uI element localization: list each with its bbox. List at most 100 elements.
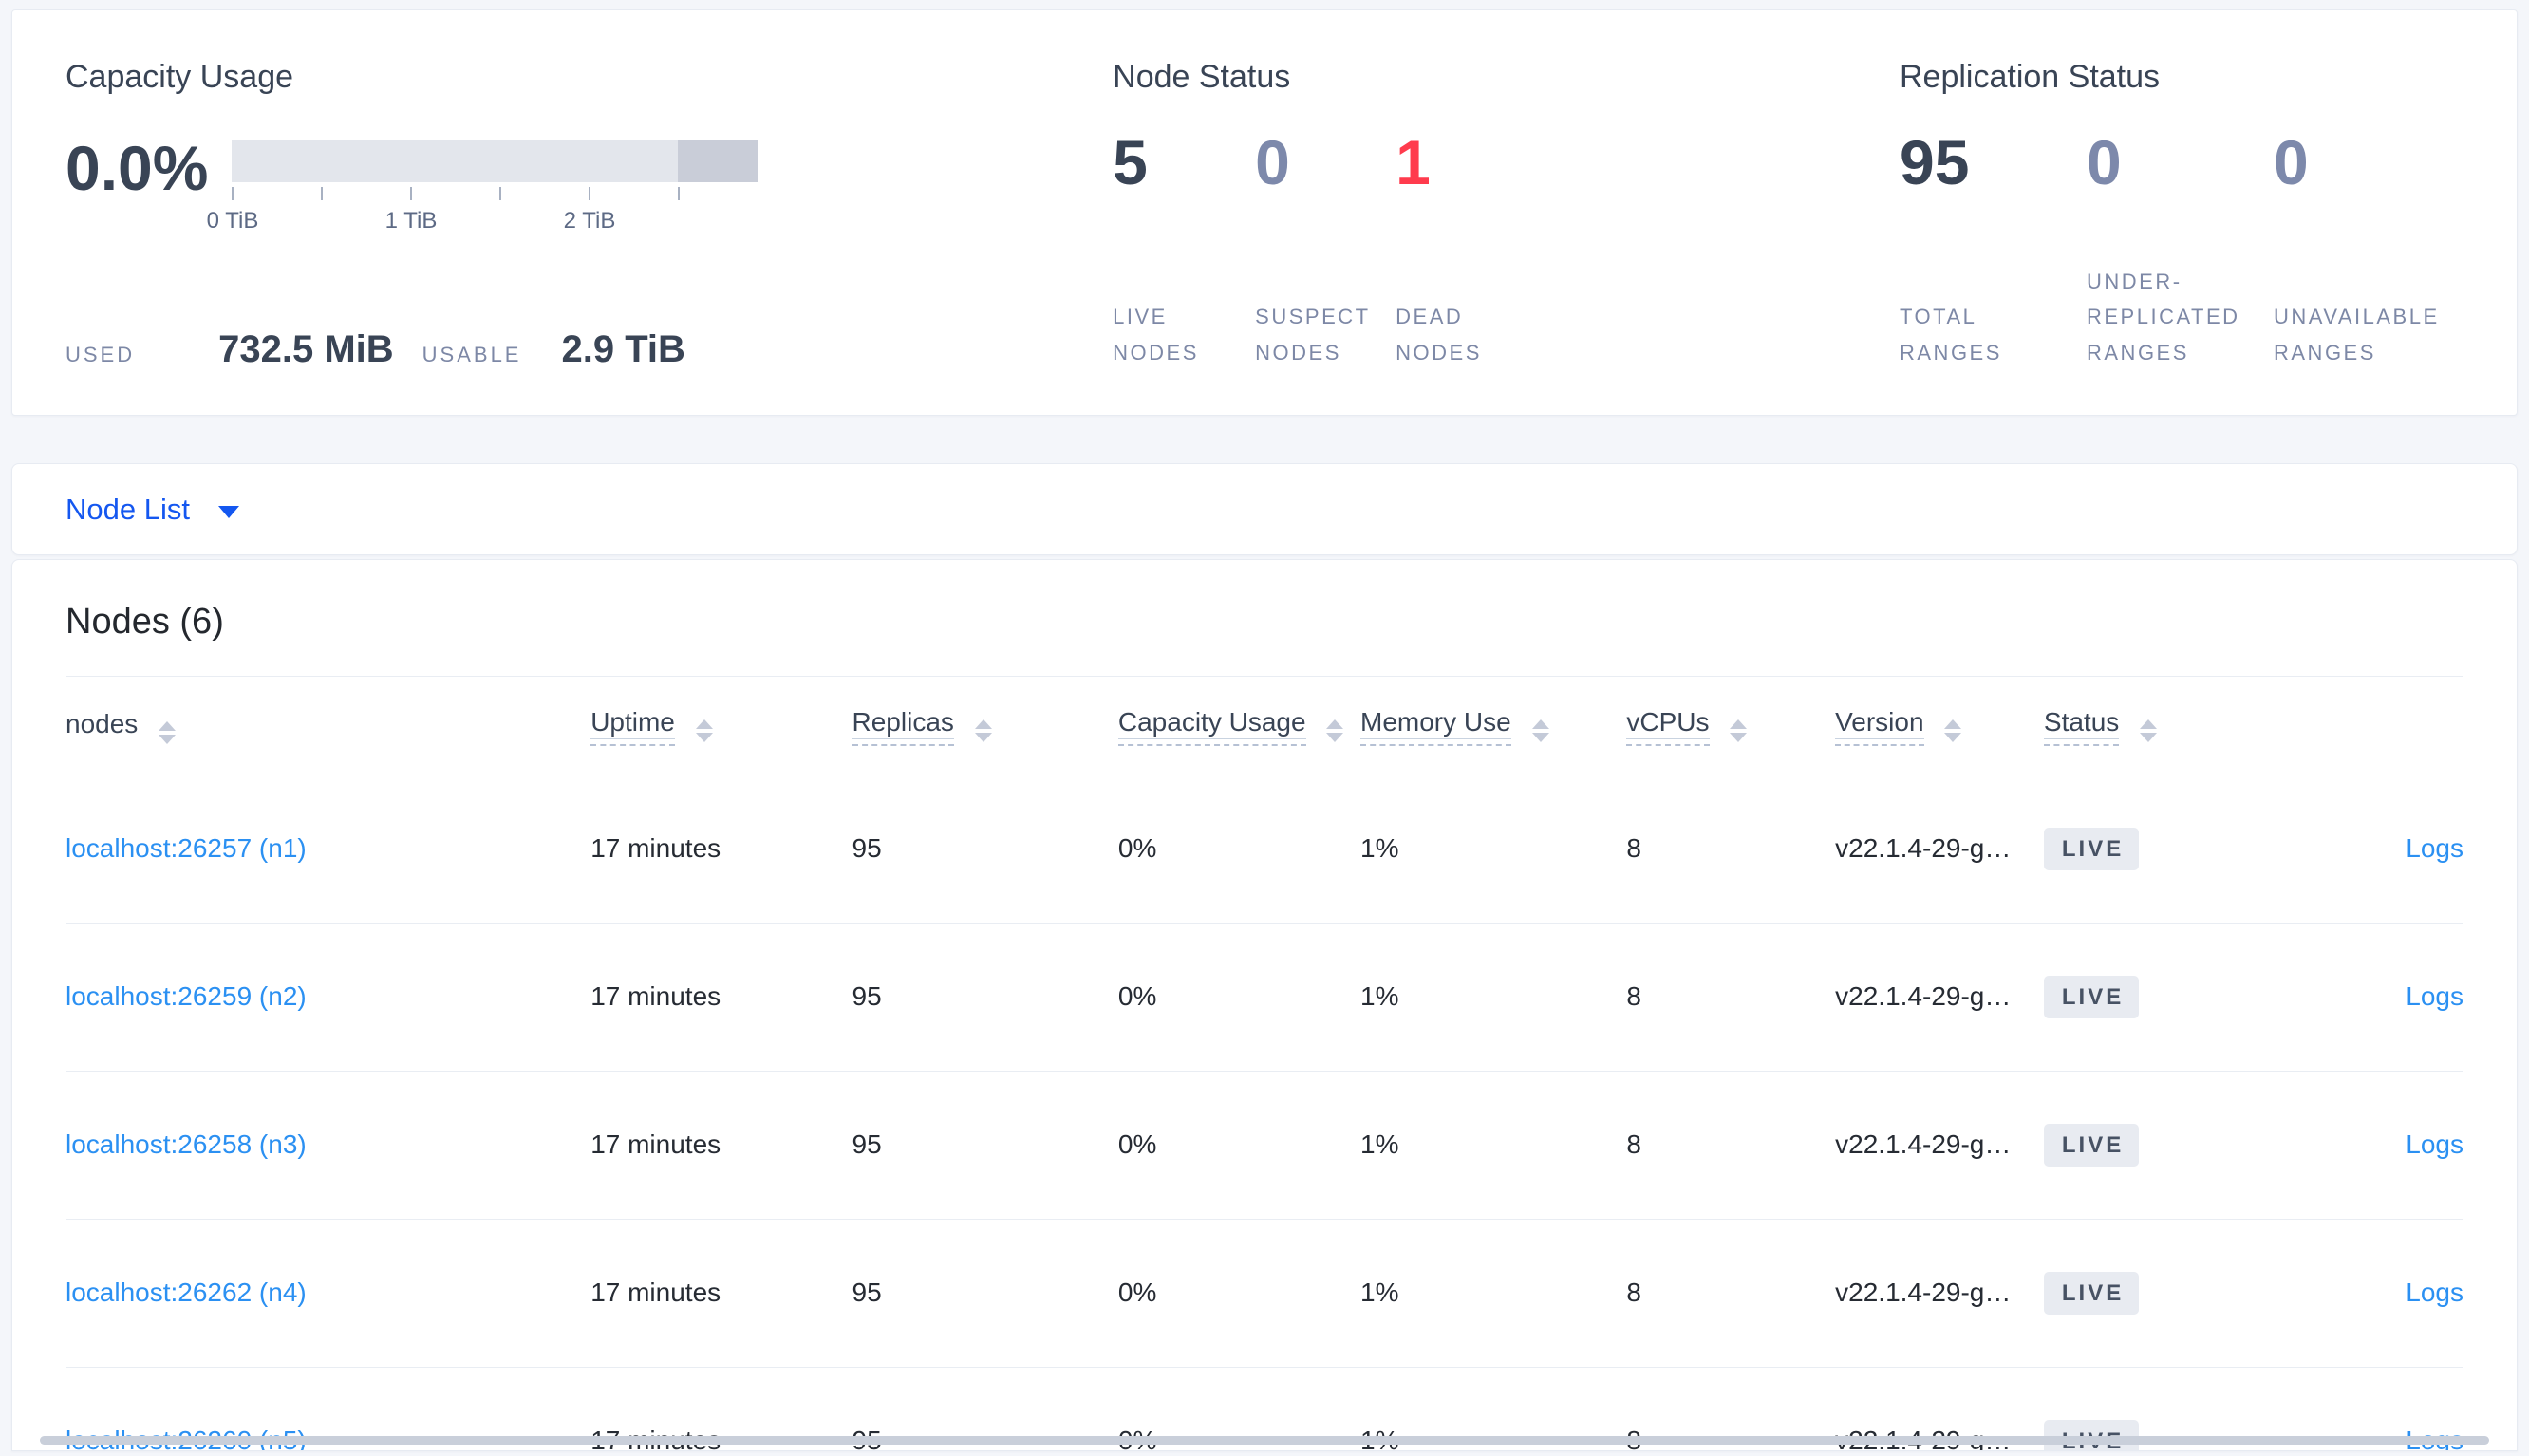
capacity-percent-value: 0.0% (66, 133, 209, 204)
sort-icon (1730, 719, 1748, 742)
column-header-nodes[interactable]: nodes (66, 675, 591, 775)
node-link[interactable]: localhost:26262 (n4) (66, 1278, 307, 1307)
chevron-down-icon (217, 506, 239, 518)
column-header-status[interactable]: Status (2043, 675, 2281, 775)
nodes-table: nodes Uptime Replicas Capacity Usage Mem… (66, 675, 2463, 1450)
replicas-cell: 95 (852, 1219, 1118, 1368)
capacity-axis-ticks (232, 187, 680, 202)
live-nodes-value: 5 (1113, 127, 1148, 198)
memory-cell: 1% (1360, 1071, 1627, 1220)
capacity-usage-title: Capacity Usage (66, 59, 294, 95)
cluster-summary-card: Capacity Usage 0.0% 0 TiB 1 TiB 2 TiB US… (11, 9, 2518, 416)
under-replicated-ranges-value: 0 (2087, 127, 2122, 198)
total-ranges-metric: 95 TOTAL RANGES (1900, 131, 2087, 371)
column-header-vcpus[interactable]: vCPUs (1626, 675, 1836, 775)
suspect-nodes-metric: 0 SUSPECT NODES (1255, 131, 1396, 371)
memory-cell: 1% (1360, 1219, 1627, 1368)
axis-tick (232, 187, 234, 201)
axis-tick (499, 187, 501, 201)
sort-icon (1326, 719, 1344, 742)
capacity-stats-row: USED 732.5 MiB USABLE 2.9 TiB (66, 328, 1113, 371)
live-nodes-label: LIVE NODES (1113, 305, 1199, 365)
sort-icon (2140, 719, 2158, 742)
column-header-label: Memory Use (1360, 706, 1511, 739)
nodes-section-title: Nodes (6) (66, 602, 224, 642)
usable-label: USABLE (422, 343, 522, 366)
used-value: 732.5 MiB (218, 328, 394, 370)
status-badge: LIVE (2043, 1123, 2140, 1167)
axis-tick-label: 0 TiB (206, 208, 259, 234)
vcpus-cell: 8 (1626, 775, 1836, 924)
column-header-version[interactable]: Version (1835, 675, 2044, 775)
node-link[interactable]: localhost:26257 (n1) (66, 833, 307, 863)
logs-link[interactable]: Logs (2406, 981, 2463, 1011)
replicas-cell: 95 (852, 1071, 1118, 1220)
usable-value: 2.9 TiB (561, 328, 685, 370)
axis-tick (678, 187, 680, 201)
sort-icon (1531, 719, 1549, 742)
vcpus-cell: 8 (1626, 923, 1836, 1072)
uptime-cell: 17 minutes (590, 775, 852, 924)
used-label: USED (66, 343, 136, 366)
table-header-row: nodes Uptime Replicas Capacity Usage Mem… (66, 675, 2463, 775)
version-cell: v22.1.4-29-g… (1835, 775, 2044, 924)
column-header-capacity-usage[interactable]: Capacity Usage (1117, 675, 1361, 775)
status-badge: LIVE (2043, 975, 2140, 1018)
under-replicated-ranges-label: UNDER-REPLICATED RANGES (2087, 269, 2240, 365)
capacity-bar-reserved-segment (678, 140, 758, 183)
total-ranges-value: 95 (1900, 127, 1970, 198)
table-row: localhost:26257 (n1) 17 minutes 95 0% 1%… (66, 775, 2463, 924)
node-link[interactable]: localhost:26259 (n2) (66, 981, 307, 1011)
node-list-dropdown-label: Node List (66, 492, 190, 526)
suspect-nodes-value: 0 (1255, 127, 1290, 198)
unavailable-ranges-value: 0 (2274, 127, 2309, 198)
capacity-cell: 0% (1117, 923, 1361, 1072)
status-badge: LIVE (2043, 1271, 2140, 1315)
column-header-label: Replicas (852, 706, 954, 739)
dead-nodes-value: 1 (1396, 127, 1431, 198)
unavailable-ranges-metric: 0 UNAVAILABLE RANGES (2274, 131, 2463, 371)
node-link[interactable]: localhost:26258 (n3) (66, 1129, 307, 1159)
column-header-label: vCPUs (1626, 706, 1710, 739)
sort-icon (1944, 719, 1962, 742)
axis-tick (321, 187, 323, 201)
memory-cell: 1% (1360, 775, 1627, 924)
status-badge: LIVE (2043, 827, 2140, 870)
live-nodes-metric: 5 LIVE NODES (1113, 131, 1255, 371)
logs-link[interactable]: Logs (2406, 1129, 2463, 1159)
node-list-dropdown[interactable]: Node List (66, 493, 239, 527)
capacity-axis-labels: 0 TiB 1 TiB 2 TiB (207, 208, 680, 236)
logs-link[interactable]: Logs (2406, 1278, 2463, 1307)
vcpus-cell: 8 (1626, 1071, 1836, 1220)
axis-tick (589, 187, 590, 201)
logs-link[interactable]: Logs (2406, 833, 2463, 863)
under-replicated-ranges-metric: 0 UNDER-REPLICATED RANGES (2087, 131, 2274, 371)
dead-nodes-label: DEAD NODES (1396, 305, 1482, 365)
horizontal-scrollbar[interactable] (40, 1436, 2489, 1445)
uptime-cell: 17 minutes (590, 923, 852, 1072)
column-header-label: nodes (66, 708, 139, 738)
table-row: localhost:26259 (n2) 17 minutes 95 0% 1%… (66, 923, 2463, 1072)
column-header-replicas[interactable]: Replicas (852, 675, 1118, 775)
capacity-cell: 0% (1117, 775, 1361, 924)
capacity-bar-chart: 0 TiB 1 TiB 2 TiB (207, 137, 758, 236)
node-status-panel: Node Status 5 LIVE NODES 0 SUSPECT NODES… (1113, 59, 1900, 371)
sort-icon (159, 720, 177, 744)
axis-tick (410, 187, 412, 201)
column-header-memory-use[interactable]: Memory Use (1360, 675, 1627, 775)
capacity-cell: 0% (1117, 1219, 1361, 1368)
table-row: localhost:26262 (n4) 17 minutes 95 0% 1%… (66, 1219, 2463, 1368)
capacity-bar-track (232, 140, 758, 183)
column-header-uptime[interactable]: Uptime (590, 675, 852, 775)
column-header-label: Status (2043, 706, 2120, 739)
column-header-label: Version (1835, 706, 1924, 739)
sort-icon (695, 719, 713, 742)
view-selector-bar: Node List (11, 463, 2518, 555)
axis-tick-label: 1 TiB (384, 208, 438, 234)
vcpus-cell: 8 (1626, 1219, 1836, 1368)
column-header-label: Uptime (590, 706, 675, 739)
column-header-logs (2280, 675, 2463, 775)
replicas-cell: 95 (852, 775, 1118, 924)
capacity-cell: 0% (1117, 1071, 1361, 1220)
capacity-usage-panel: Capacity Usage 0.0% 0 TiB 1 TiB 2 TiB US… (66, 59, 1113, 371)
